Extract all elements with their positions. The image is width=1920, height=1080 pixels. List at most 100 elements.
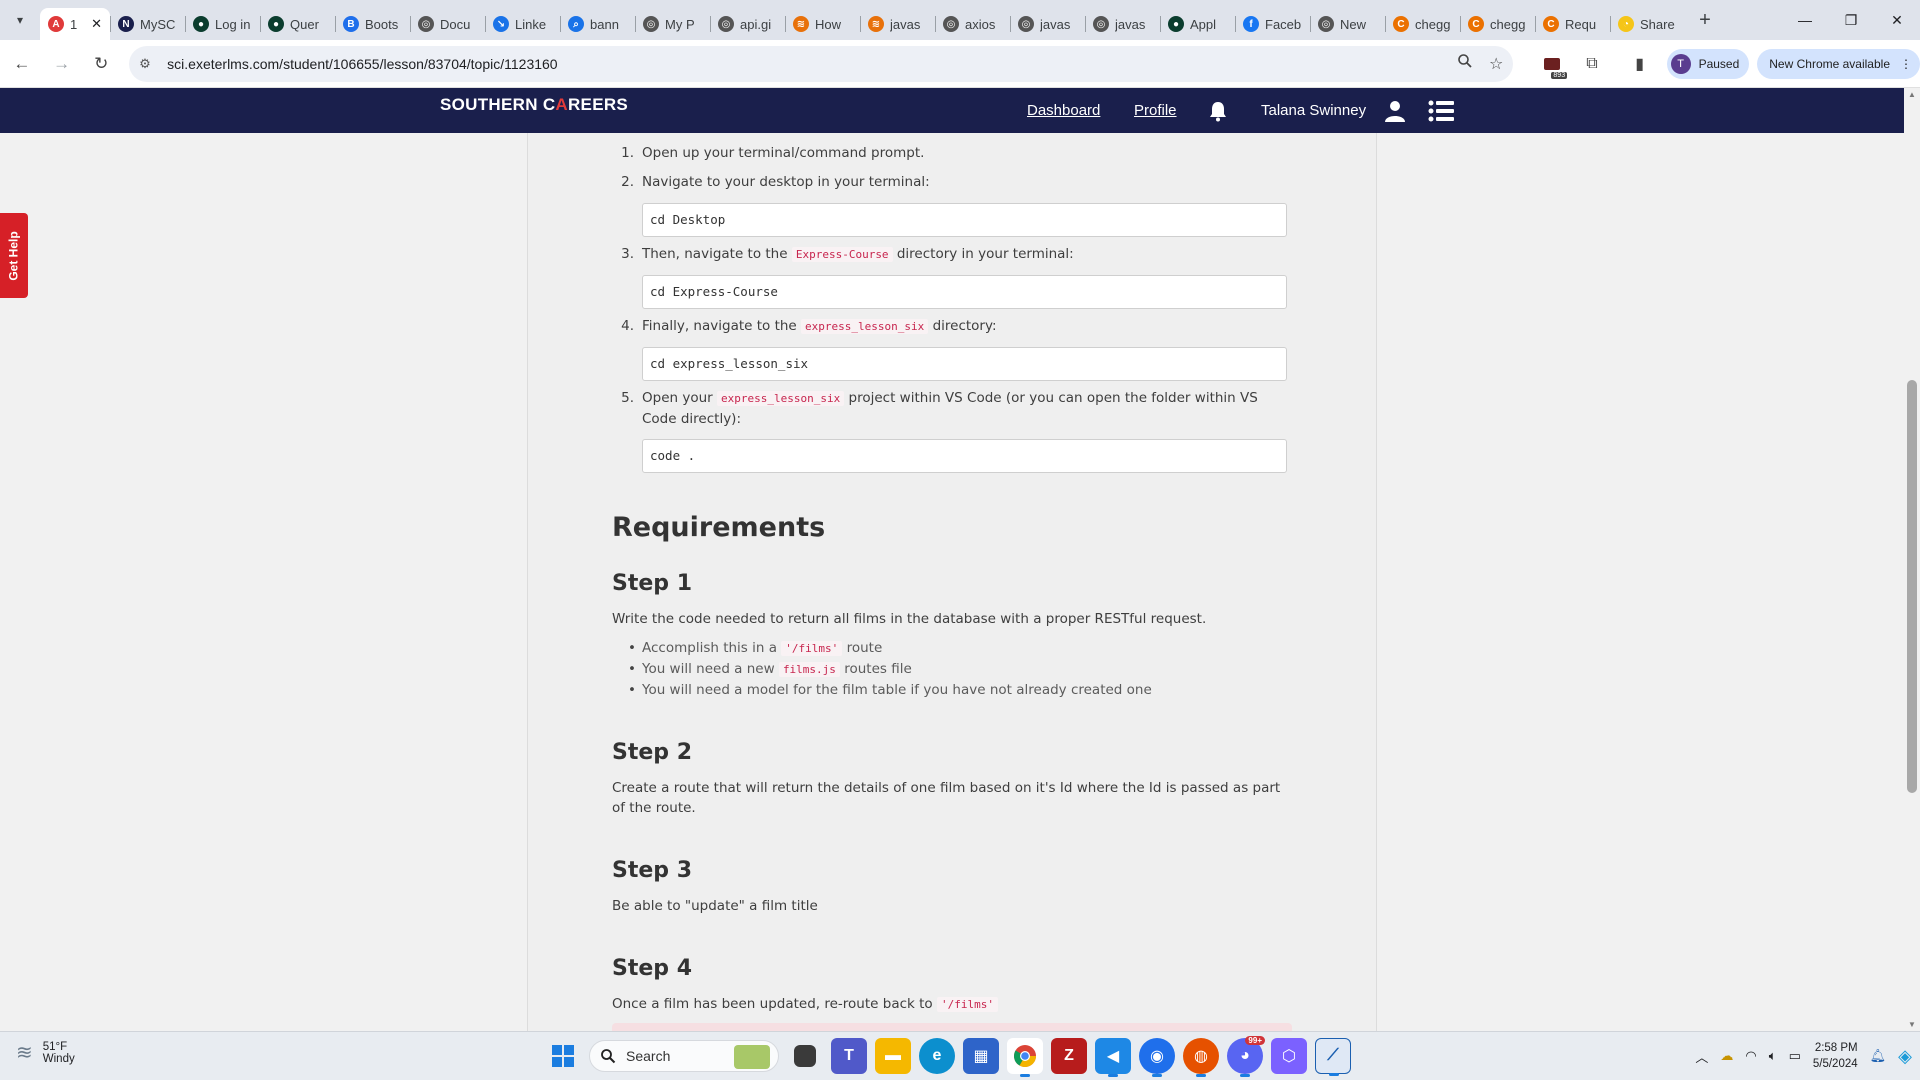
reload-icon[interactable]: ↻	[83, 46, 119, 82]
tab-title: Linke	[515, 16, 547, 32]
nav-profile-link[interactable]: Profile	[1134, 102, 1177, 119]
user-icon[interactable]	[1383, 88, 1407, 133]
site-settings-icon[interactable]: ⚙	[139, 56, 161, 72]
battery-icon[interactable]: ▭	[1789, 1048, 1801, 1064]
onedrive-icon[interactable]: ☁	[1720, 1048, 1733, 1064]
bullet-text: You will need a model for the film table…	[642, 682, 1152, 698]
get-help-button[interactable]: Get Help	[0, 213, 28, 298]
code-block[interactable]: cd Desktop	[642, 203, 1287, 237]
browser-tab[interactable]: ◎ javas	[1085, 8, 1160, 40]
extension-badge-icon[interactable]: 893	[1535, 47, 1569, 81]
browser-tab[interactable]: ≋ How	[785, 8, 860, 40]
scroll-up-arrow-icon[interactable]: ▲	[1908, 90, 1916, 99]
close-window-icon[interactable]: ✕	[1874, 0, 1920, 40]
browser-tab[interactable]: ⌕ bann	[560, 8, 635, 40]
browser-tab[interactable]: ◎ axios	[935, 8, 1010, 40]
code-block[interactable]: cd express_lesson_six	[642, 347, 1287, 381]
browser-tab[interactable]: A 1 ✕	[40, 8, 110, 40]
tab-title: My P	[665, 16, 695, 32]
tab-favicon-icon: ◔	[1618, 16, 1634, 32]
bullet-text: Accomplish this in a	[642, 640, 777, 656]
browser-tab[interactable]: ◎ javas	[1010, 8, 1085, 40]
close-tab-icon[interactable]: ✕	[91, 16, 102, 32]
inline-code: express_lesson_six	[801, 319, 929, 334]
page-scrollbar[interactable]: ▲ ▼	[1904, 88, 1920, 1031]
nav-dashboard[interactable]: Dashboard	[1027, 88, 1100, 133]
side-panel-icon[interactable]: ▮	[1623, 47, 1657, 81]
menu-list-icon[interactable]	[1428, 88, 1454, 133]
back-arrow-icon[interactable]: ←	[4, 46, 40, 82]
copilot-icon[interactable]: ◈	[1898, 1046, 1912, 1067]
minimize-icon[interactable]: —	[1782, 0, 1828, 40]
app-hex-icon[interactable]: ⬡	[1271, 1038, 1307, 1074]
list-text: Open your	[642, 390, 713, 406]
nav-dashboard-link[interactable]: Dashboard	[1027, 102, 1100, 119]
taskbar-search[interactable]: Search	[589, 1040, 779, 1072]
restore-icon[interactable]: ❐	[1828, 0, 1874, 40]
site-logo[interactable]: SOUTHERN CAREERS	[440, 95, 628, 115]
discord-icon[interactable]: ◕ 99+	[1227, 1036, 1265, 1077]
bookmark-star-icon[interactable]: ☆	[1489, 54, 1503, 74]
browser-tab[interactable]: C Requ	[1535, 8, 1610, 40]
browser-tab[interactable]: ◎ Docu	[410, 8, 485, 40]
tab-title: MySC	[140, 16, 176, 32]
windows-start-icon[interactable]	[545, 1038, 581, 1074]
browser-tab[interactable]: ● Quer	[260, 8, 335, 40]
weather-widget[interactable]: ≋ 51°F Windy	[16, 1040, 75, 1065]
chrome-update-button[interactable]: New Chrome available ⋮	[1757, 48, 1920, 79]
search-highlight-icon	[734, 1045, 770, 1069]
vscode-icon[interactable]: ◀	[1095, 1038, 1131, 1077]
list-text: directory in your terminal:	[896, 246, 1074, 262]
wifi-icon[interactable]: ◠	[1745, 1048, 1756, 1064]
app-orange-circle-icon[interactable]: ◍	[1183, 1038, 1219, 1077]
logo-text-start: SOUTHERN C	[440, 95, 556, 114]
browser-tab[interactable]: f Faceb	[1235, 8, 1310, 40]
code-block[interactable]: code .	[642, 439, 1287, 473]
code-block[interactable]: cd Express-Course	[642, 275, 1287, 309]
filezilla-icon[interactable]: Z	[1051, 1038, 1087, 1074]
snipping-tool-icon[interactable]: ⟋	[1315, 1038, 1351, 1076]
app-blue-circle-icon[interactable]: ◉	[1139, 1038, 1175, 1077]
task-view-icon[interactable]	[794, 1045, 816, 1067]
browser-tab[interactable]: ↘ Linke	[485, 8, 560, 40]
bell-icon[interactable]	[1208, 88, 1228, 133]
browser-tab[interactable]: ◎ api.gi	[710, 8, 785, 40]
browser-tab[interactable]: ≋ javas	[860, 8, 935, 40]
speaker-icon[interactable]: 🔈︎	[1769, 1048, 1777, 1064]
tab-title: Appl	[1190, 16, 1217, 32]
scroll-down-arrow-icon[interactable]: ▼	[1908, 1020, 1916, 1029]
scrollbar-thumb[interactable]	[1907, 380, 1917, 793]
teams-icon[interactable]: T	[831, 1038, 867, 1074]
extensions-puzzle-icon[interactable]: ⧉	[1575, 47, 1609, 81]
windows-taskbar: ≋ 51°F Windy Search T ▬ e ▦ Z ◀ ◉ ◍ ◕ 99+…	[0, 1031, 1920, 1080]
store-icon[interactable]: ▦	[963, 1038, 999, 1074]
browser-tab[interactable]: ◎ New	[1310, 8, 1385, 40]
profile-button[interactable]: T Paused	[1666, 48, 1750, 79]
tab-favicon-icon: ◎	[418, 16, 434, 32]
new-tab-button[interactable]: +	[1689, 4, 1721, 36]
chevron-up-icon[interactable]: ︿	[1695, 1047, 1708, 1066]
browser-tab[interactable]: N MySC	[110, 8, 185, 40]
zoom-icon[interactable]	[1457, 53, 1473, 74]
browser-tab[interactable]: Cchegg	[1460, 8, 1535, 40]
browser-tab[interactable]: ◎ My P	[635, 8, 710, 40]
chrome-icon[interactable]	[1007, 1038, 1043, 1077]
url-text[interactable]: sci.exeterlms.com/student/106655/lesson/…	[167, 56, 1441, 72]
requirements-heading: Requirements	[612, 512, 826, 543]
tab-search-chevron-icon[interactable]: ▾	[0, 0, 40, 40]
browser-tab[interactable]: B Boots	[335, 8, 410, 40]
nav-profile[interactable]: Profile	[1134, 88, 1177, 133]
browser-tab[interactable]: ◔ Share	[1610, 8, 1685, 40]
forward-arrow-icon[interactable]: →	[44, 46, 80, 82]
browser-tab[interactable]: Cchegg	[1385, 8, 1460, 40]
clock[interactable]: 2:58 PM 5/5/2024	[1813, 1040, 1858, 1072]
tab-title: How	[815, 16, 842, 32]
address-bar[interactable]: ⚙ sci.exeterlms.com/student/106655/lesso…	[129, 45, 1514, 82]
edge-icon[interactable]: e	[919, 1038, 955, 1074]
notification-bell-icon[interactable]: 🔔︎	[1870, 1048, 1887, 1064]
file-explorer-icon[interactable]: ▬	[875, 1038, 911, 1074]
kebab-menu-icon[interactable]: ⋮	[1900, 57, 1912, 71]
user-name[interactable]: Talana Swinney	[1261, 88, 1366, 133]
browser-tab[interactable]: ● Appl	[1160, 8, 1235, 40]
browser-tab[interactable]: ● Log in	[185, 8, 260, 40]
